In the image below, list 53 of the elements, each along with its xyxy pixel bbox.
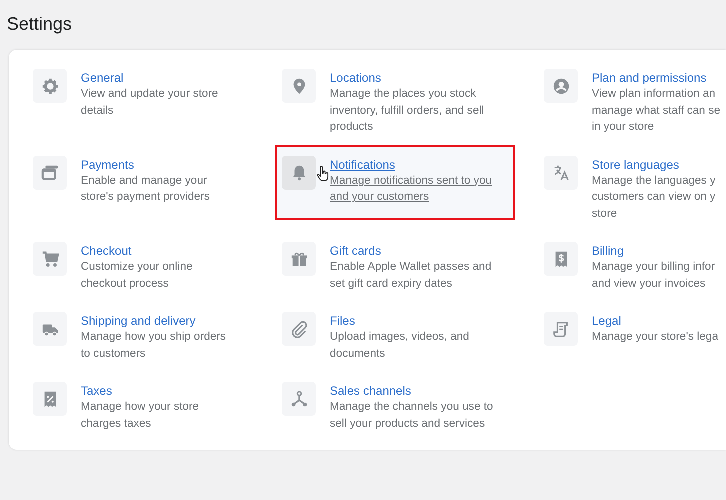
- setting-description: store's payment providers: [81, 190, 210, 205]
- setting-description: Manage how your store: [81, 400, 200, 415]
- settings-link[interactable]: General: [81, 70, 218, 86]
- card-icon: [40, 163, 60, 182]
- setting-description: set gift card expiry dates: [330, 276, 454, 292]
- setting-description: Enable and manage your: [81, 174, 208, 188]
- setting-description: store: [592, 206, 618, 222]
- settings-link[interactable]: Gift cards: [330, 243, 492, 259]
- setting-description: Manage the channels you use to: [330, 400, 494, 415]
- setting-description: Manage how you ship orders: [81, 330, 226, 345]
- setting-description: customers can view on y: [592, 190, 716, 205]
- setting-description: and view your invoices: [592, 276, 707, 292]
- setting-description: in your store: [592, 120, 656, 135]
- setting-description: manage what staff can se: [592, 104, 721, 118]
- page-title: Settings: [6, 13, 74, 36]
- setting-description: charges taxes: [81, 416, 152, 432]
- setting-description: and your customers: [330, 190, 430, 205]
- paperclip-icon: [290, 320, 308, 338]
- settings-link[interactable]: Shipping and delivery: [81, 313, 226, 329]
- settings-link[interactable]: Files: [330, 313, 470, 329]
- setting-description: inventory, fulfill orders, and sell: [330, 104, 484, 118]
- setting-description: checkout process: [81, 276, 170, 292]
- settings-link[interactable]: Billing: [592, 243, 716, 259]
- setting-description: details: [81, 104, 115, 118]
- settings-link[interactable]: Legal: [592, 313, 718, 329]
- setting-description: View and update your store: [81, 87, 218, 102]
- setting-description: Manage the languages y: [592, 174, 716, 188]
- setting-description: to customers: [81, 346, 147, 362]
- gear-icon: [40, 76, 60, 96]
- setting-description: Manage your store's lega: [592, 330, 718, 345]
- cart-icon: [40, 250, 60, 268]
- settings-link[interactable]: Taxes: [81, 383, 200, 399]
- scroll-icon: [552, 320, 570, 338]
- setting-description: Customize your online: [81, 260, 193, 275]
- setting-description: Manage notifications sent to you: [330, 174, 492, 188]
- settings-link[interactable]: Payments: [81, 156, 210, 172]
- user-circle-icon: [552, 76, 570, 96]
- network-icon: [290, 390, 308, 408]
- setting-description: Manage the places you stock: [330, 87, 478, 102]
- setting-description: Manage your billing infor: [592, 260, 716, 275]
- settings-link[interactable]: Store languages: [592, 156, 716, 172]
- setting-description: Upload images, videos, and: [330, 330, 470, 345]
- setting-description: sell your products and services: [330, 416, 486, 432]
- settings-link[interactable]: Checkout: [81, 243, 193, 259]
- settings-link[interactable]: Notifications: [330, 156, 492, 172]
- settings-link[interactable]: Locations: [330, 70, 484, 86]
- setting-description: products: [330, 120, 374, 135]
- hand-cursor-icon: [317, 166, 329, 182]
- setting-description: documents: [330, 346, 386, 362]
- setting-description: View plan information an: [592, 87, 717, 102]
- settings-link[interactable]: Plan and permissions: [592, 70, 721, 86]
- settings-link[interactable]: Sales channels: [330, 383, 494, 399]
- setting-description: Enable Apple Wallet passes and: [330, 260, 492, 275]
